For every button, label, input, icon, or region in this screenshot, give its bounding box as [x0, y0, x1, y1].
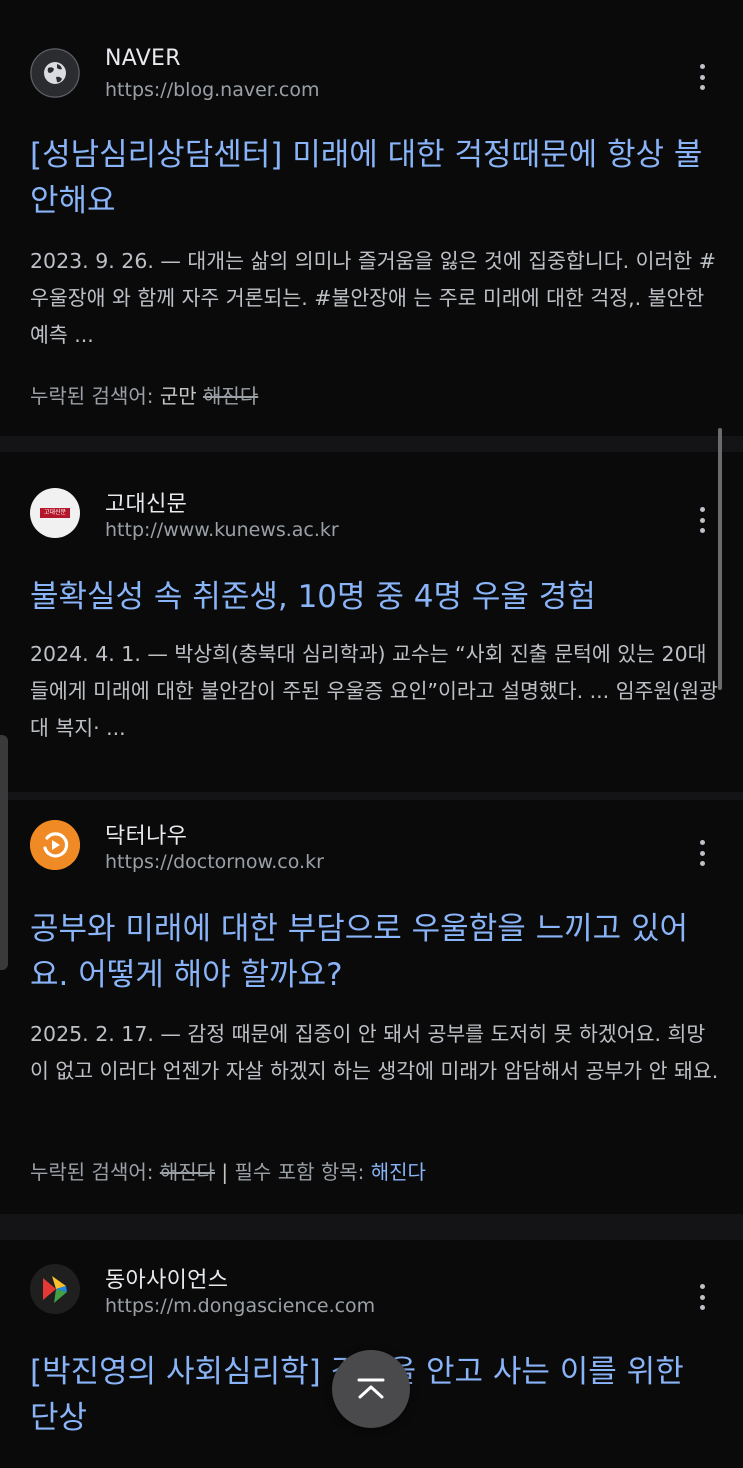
- result-divider: [0, 792, 743, 800]
- site-name: 고대신문: [105, 492, 188, 517]
- edge-panel-handle[interactable]: [0, 735, 8, 970]
- result-source[interactable]: NAVER https://blog.naver.com: [30, 46, 720, 102]
- favicon-text: 고대신문: [43, 509, 67, 516]
- result-source[interactable]: 동아사이언스 https://m.dongascience.com: [30, 1262, 720, 1318]
- site-url: https://m.dongascience.com: [105, 1295, 376, 1317]
- search-result: 닥터나우 https://doctornow.co.kr 공부와 미래에 대한 …: [0, 800, 743, 1214]
- result-snippet: 2025. 2. 17. — 감정 때문에 집중이 안 돼서 공부를 도저히 못…: [30, 1022, 719, 1083]
- search-result: NAVER https://blog.naver.com [성남심리상담센터] …: [0, 0, 743, 436]
- required-term-link[interactable]: 해진다: [371, 1160, 426, 1184]
- more-vert-icon[interactable]: [694, 1284, 710, 1310]
- result-divider: [0, 1214, 743, 1240]
- result-title-link[interactable]: 불확실성 속 취준생, 10명 중 4명 우울 경험: [30, 574, 720, 620]
- result-title-link[interactable]: [성남심리상담센터] 미래에 대한 걱정때문에 항상 불안해요: [30, 132, 720, 224]
- more-vert-icon[interactable]: [694, 64, 710, 90]
- missing-term-struck: 해진다: [159, 1160, 216, 1184]
- globe-icon: [30, 48, 80, 98]
- site-url: https://doctornow.co.kr: [105, 851, 324, 873]
- missing-terms: 누락된 검색어: 해진다 | 필수 포함 항목: 해진다: [30, 1156, 720, 1185]
- more-vert-icon[interactable]: [694, 507, 710, 533]
- dongascience-logo-icon: [30, 1264, 80, 1314]
- doctornow-logo-icon: [30, 820, 80, 870]
- term-separator: |: [221, 1160, 229, 1184]
- site-url: https://blog.naver.com: [105, 79, 320, 101]
- chevron-up-icon: [357, 1378, 385, 1399]
- result-title-link[interactable]: 공부와 미래에 대한 부담으로 우울함을 느끼고 있어요. 어떻게 해야 할까요…: [30, 906, 720, 998]
- kunews-logo-icon: 고대신문: [30, 488, 80, 538]
- search-result: 고대신문 고대신문 http://www.kunews.ac.kr 불확실성 속…: [0, 452, 743, 792]
- result-source[interactable]: 닥터나우 https://doctornow.co.kr: [30, 818, 720, 874]
- result-snippet: 2023. 9. 26. — 대개는 삶의 의미나 즐거움을 잃은 것에 집중합…: [30, 249, 716, 347]
- missing-label: 누락된 검색어:: [30, 1160, 154, 1184]
- missing-label: 누락된 검색어:: [30, 384, 154, 408]
- missing-term: 군만: [159, 384, 197, 408]
- more-vert-icon[interactable]: [694, 840, 710, 866]
- result-divider: [0, 436, 743, 452]
- scroll-to-top-button[interactable]: [332, 1350, 410, 1428]
- missing-term-struck: 해진다: [203, 384, 259, 408]
- site-name: NAVER: [105, 46, 181, 71]
- required-label: 필수 포함 항목:: [234, 1160, 365, 1184]
- site-name: 동아사이언스: [105, 1268, 229, 1293]
- missing-terms: 누락된 검색어: 군만 해진다: [30, 380, 720, 409]
- site-url: http://www.kunews.ac.kr: [105, 519, 339, 541]
- scrollbar[interactable]: [718, 428, 722, 690]
- result-snippet: 2024. 4. 1. — 박상희(충북대 심리학과) 교수는 “사회 진출 문…: [30, 642, 718, 740]
- site-name: 닥터나우: [105, 824, 188, 849]
- result-source[interactable]: 고대신문 고대신문 http://www.kunews.ac.kr: [30, 486, 720, 542]
